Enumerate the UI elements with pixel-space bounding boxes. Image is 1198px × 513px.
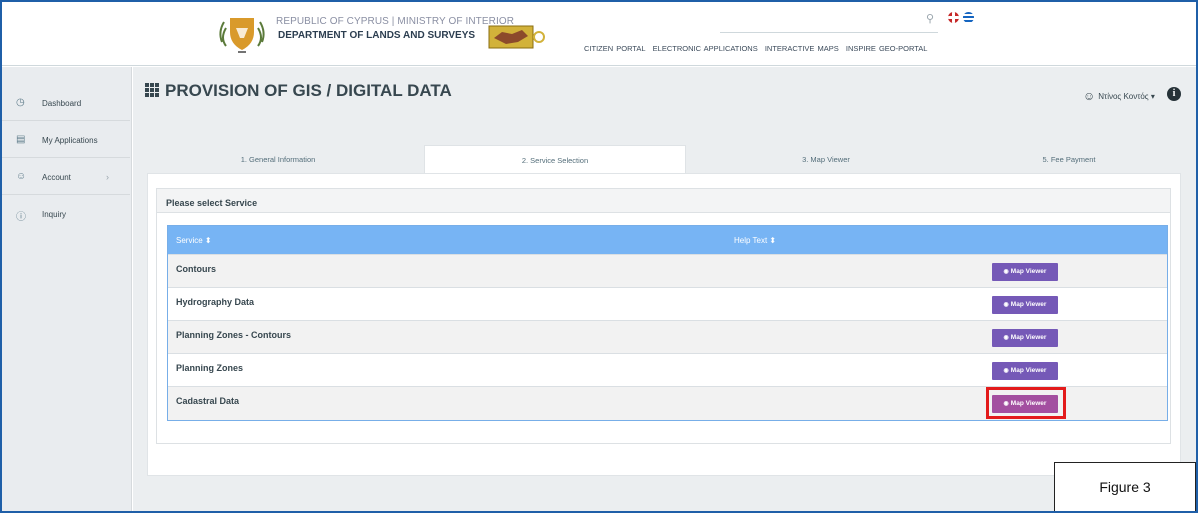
table-row: Cadastral Data ◉ Map Viewer [168, 386, 1167, 420]
tab-fee-payment[interactable]: 5. Fee Payment [959, 145, 1179, 173]
eye-icon: ◉ [1003, 335, 1009, 341]
sidebar-item-account[interactable]: ☺ Account › [2, 159, 130, 195]
top-navigation: CITIZEN PORTAL ELECTRONIC APPLICATIONS I… [584, 44, 931, 53]
inbox-icon: ▤ [16, 134, 26, 145]
user-name: Ντίνος Κοντός [1098, 92, 1149, 101]
main-content: PROVISION OF GIS / DIGITAL DATA ☺ Ντίνος … [133, 67, 1196, 511]
map-viewer-button[interactable]: ◉ Map Viewer [992, 263, 1058, 281]
chevron-right-icon: › [106, 172, 109, 182]
panel-title: Please select Service [157, 189, 1170, 213]
figure-caption: Figure 3 [1054, 462, 1196, 511]
button-label: Map Viewer [1010, 367, 1047, 374]
cyprus-emblem-logo [219, 18, 265, 53]
button-label: Map Viewer [1010, 334, 1047, 341]
column-header-service[interactable]: Service ⬍ [176, 236, 212, 245]
table-row: Planning Zones - Contours ◉ Map Viewer [168, 320, 1167, 353]
info-icon[interactable]: i [1167, 87, 1181, 101]
highlight-annotation-box [986, 387, 1066, 419]
map-viewer-button[interactable]: ◉ Map Viewer [992, 329, 1058, 347]
site-header: REPUBLIC OF CYPRUS | MINISTRY OF INTERIO… [2, 2, 1196, 66]
tab-service-selection[interactable]: 2. Service Selection [424, 145, 686, 173]
user-icon: ☺ [16, 171, 27, 182]
tab-general-information[interactable]: 1. General Information [149, 145, 407, 173]
table-row: Planning Zones ◉ Map Viewer [168, 353, 1167, 386]
grid-icon [145, 83, 159, 97]
page-title: PROVISION OF GIS / DIGITAL DATA [145, 81, 452, 101]
flag-uk-icon[interactable] [948, 12, 959, 23]
sidebar-item-label: Dashboard [42, 99, 82, 108]
button-label: Map Viewer [1010, 268, 1047, 275]
eye-icon: ◉ [1003, 302, 1009, 308]
org-ministry-text: REPUBLIC OF CYPRUS | MINISTRY OF INTERIO… [276, 16, 515, 27]
step-content: Please select Service Service ⬍ Help Tex… [147, 173, 1181, 476]
service-name: Planning Zones - Contours [176, 330, 291, 340]
table-header: Service ⬍ Help Text ⬍ [168, 226, 1167, 254]
sidebar: ◷ Dashboard ▤ My Applications ☺ Account … [2, 67, 132, 511]
screenshot-frame: REPUBLIC OF CYPRUS | MINISTRY OF INTERIO… [0, 0, 1198, 513]
page-title-text: PROVISION OF GIS / DIGITAL DATA [165, 81, 452, 100]
clock-icon: ◷ [16, 97, 25, 108]
service-table: Service ⬍ Help Text ⬍ Contours ◉ Map View… [167, 225, 1168, 421]
nav-link-citizen-portal[interactable]: CITIZEN PORTAL [584, 44, 646, 53]
nav-link-interactive-maps[interactable]: INTERACTIVE MAPS [765, 44, 839, 53]
map-viewer-button[interactable]: ◉ Map Viewer [992, 362, 1058, 380]
service-name: Cadastral Data [176, 396, 240, 406]
tab-map-viewer[interactable]: 3. Map Viewer [702, 145, 950, 173]
sidebar-item-my-applications[interactable]: ▤ My Applications [2, 122, 130, 158]
search-input[interactable] [720, 32, 938, 33]
sidebar-item-inquiry[interactable]: ⓘ Inquiry [2, 196, 130, 232]
org-department-text: DEPARTMENT OF LANDS AND SURVEYS [278, 30, 476, 41]
user-icon: ☺ [1083, 89, 1096, 103]
table-row: Hydrography Data ◉ Map Viewer [168, 287, 1167, 320]
eye-icon: ◉ [1003, 269, 1009, 275]
sidebar-item-label: My Applications [42, 136, 98, 145]
nav-link-inspire-geo-portal[interactable]: INSPIRE GEO-PORTAL [846, 44, 928, 53]
help-icon: ⓘ [16, 212, 26, 223]
flag-gr-icon[interactable] [963, 12, 974, 23]
service-name: Contours [176, 264, 216, 274]
search-icon[interactable]: ⚲ [926, 12, 934, 25]
service-panel: Please select Service Service ⬍ Help Tex… [156, 188, 1171, 444]
nav-link-electronic-applications[interactable]: ELECTRONIC APPLICATIONS [653, 44, 758, 53]
service-name: Planning Zones [176, 363, 244, 373]
wizard-tabs: 1. General Information 2. Service Select… [149, 145, 1179, 173]
table-row: Contours ◉ Map Viewer [168, 254, 1167, 287]
user-menu[interactable]: ☺ Ντίνος Κοντός ▾ [1083, 89, 1155, 103]
sidebar-item-dashboard[interactable]: ◷ Dashboard [2, 85, 130, 121]
sidebar-item-label: Account [42, 173, 71, 182]
caret-down-icon: ▾ [1150, 92, 1155, 101]
dls-map-logo [488, 25, 545, 49]
sidebar-item-label: Inquiry [42, 210, 67, 219]
eye-icon: ◉ [1003, 368, 1009, 374]
map-viewer-button[interactable]: ◉ Map Viewer [992, 296, 1058, 314]
button-label: Map Viewer [1010, 301, 1047, 308]
service-name: Hydrography Data [176, 297, 255, 307]
column-header-help-text[interactable]: Help Text ⬍ [734, 236, 776, 245]
